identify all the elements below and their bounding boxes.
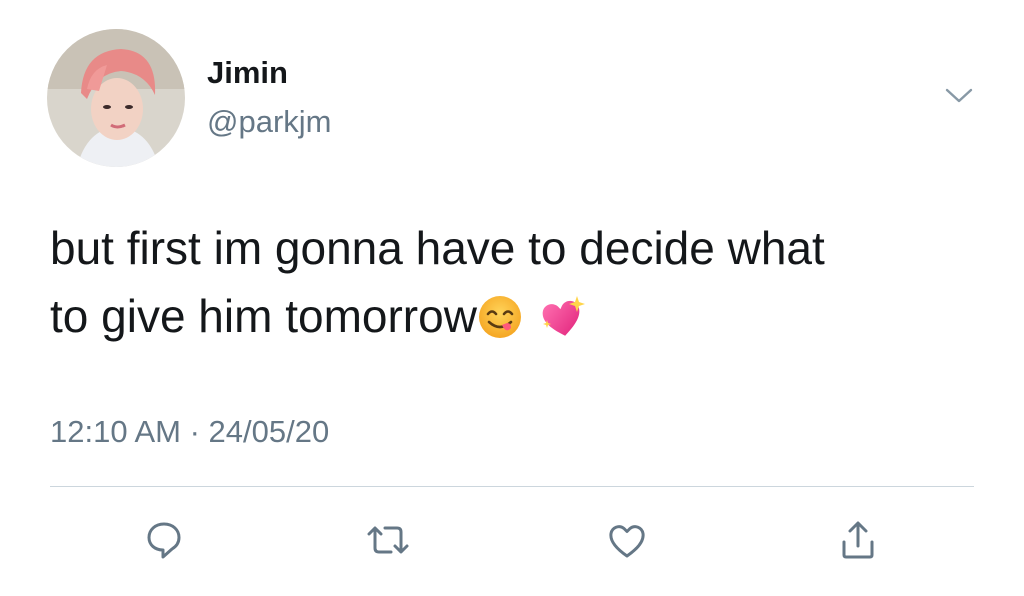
author-display-name[interactable]: Jimin <box>207 55 288 91</box>
reply-button[interactable] <box>134 510 194 570</box>
tweet-text-line: but first im gonna have to decide what <box>50 222 825 274</box>
retweet-button[interactable] <box>358 510 418 570</box>
face-savoring-food-emoji <box>477 294 523 340</box>
action-bar <box>0 510 1024 570</box>
more-options-button[interactable] <box>940 82 978 110</box>
profile-photo-icon <box>47 29 185 167</box>
like-button[interactable] <box>597 510 657 570</box>
tweet-text-segment: to give him tomorrow <box>50 290 477 342</box>
retweet-icon <box>367 526 409 554</box>
author-handle[interactable]: @parkjm <box>207 104 331 140</box>
share-icon <box>842 521 874 559</box>
sparkling-heart-emoji <box>539 294 585 340</box>
chevron-down-icon <box>945 88 973 103</box>
avatar[interactable] <box>47 29 185 167</box>
tweet-text-line: to give him tomorrow <box>50 282 980 350</box>
tweet-timestamp[interactable]: 12:10 AM · 24/05/20 <box>50 414 329 450</box>
reply-icon <box>147 522 181 559</box>
heart-icon <box>609 525 645 558</box>
tweet-text: but first im gonna have to decide what t… <box>50 214 980 350</box>
share-button[interactable] <box>828 510 888 570</box>
divider <box>50 486 974 487</box>
